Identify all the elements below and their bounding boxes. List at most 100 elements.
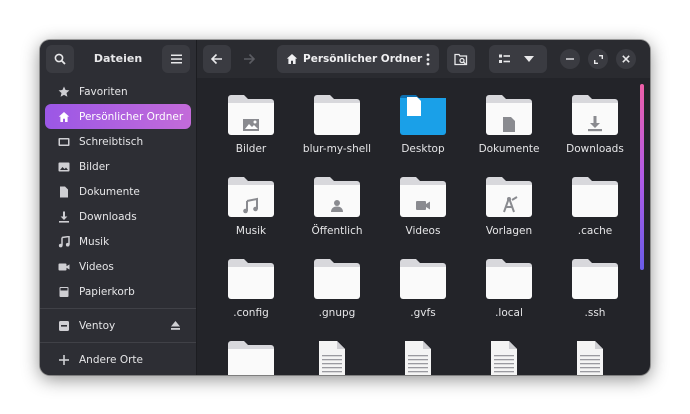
folder-icon <box>572 177 618 217</box>
image-folder-icon <box>228 95 274 135</box>
text-file-icon <box>572 341 618 375</box>
sidebar-item-label: Andere Orte <box>79 353 144 366</box>
pictures-icon <box>57 160 71 174</box>
sidebar-item-downloads[interactable]: Downloads <box>45 204 191 229</box>
trash-icon <box>57 285 71 299</box>
file-item[interactable] <box>552 341 638 375</box>
back-button[interactable] <box>203 45 231 73</box>
file-item[interactable] <box>380 341 466 375</box>
folder-icon <box>314 95 360 135</box>
file-item[interactable]: Musik <box>208 177 294 237</box>
document-icon <box>57 185 71 199</box>
minimize-icon <box>566 58 574 60</box>
close-icon <box>622 55 630 63</box>
sidebar-item-schreibtisch[interactable]: Schreibtisch <box>45 129 191 154</box>
sidebar-item-label: Musik <box>79 235 110 248</box>
file-item[interactable] <box>466 341 552 375</box>
sidebar-item-label: Ventoy <box>79 319 116 332</box>
eject-icon[interactable] <box>170 320 181 334</box>
places-list: Favoriten Persönlicher Ordner Schreibtis… <box>40 79 196 372</box>
close-button[interactable] <box>616 49 636 69</box>
download-folder-icon <box>572 95 618 135</box>
home-icon <box>286 53 298 65</box>
sidebar-item-ventoy[interactable]: Ventoy <box>45 313 191 338</box>
folder-search-icon <box>454 53 468 65</box>
main-menu-button[interactable] <box>162 45 190 73</box>
folder-icon <box>228 259 274 299</box>
minimize-button[interactable] <box>560 49 580 69</box>
file-item[interactable]: Bilder <box>208 95 294 155</box>
list-view-icon[interactable] <box>499 54 510 64</box>
file-item[interactable]: .config <box>208 259 294 319</box>
sidebar-item-bilder[interactable]: Bilder <box>45 154 191 179</box>
file-item[interactable] <box>208 341 294 375</box>
file-item[interactable] <box>294 341 380 375</box>
video-folder-icon <box>400 177 446 217</box>
forward-button[interactable] <box>235 45 263 73</box>
desktop-folder-icon <box>400 95 446 135</box>
doc-folder-icon <box>486 95 532 135</box>
sidebar-header: Dateien <box>40 40 196 78</box>
file-item[interactable]: Desktop <box>380 95 466 155</box>
sidebar-item-other-locations[interactable]: Andere Orte <box>45 347 191 372</box>
video-icon <box>57 260 71 274</box>
music-folder-icon <box>228 177 274 217</box>
sidebar-item-label: Papierkorb <box>79 285 135 298</box>
star-icon <box>57 85 71 99</box>
scrollbar[interactable] <box>640 84 644 270</box>
text-file-icon <box>400 341 446 375</box>
sidebar-item-label: Favoriten <box>79 85 128 98</box>
path-bar-button[interactable]: Persönlicher Ordner <box>277 45 439 73</box>
file-item[interactable]: Vorlagen <box>466 177 552 237</box>
file-name: .local <box>495 307 523 319</box>
folder-icon <box>486 259 532 299</box>
folder-icon <box>572 259 618 299</box>
sidebar-item-favoriten[interactable]: Favoriten <box>45 79 191 104</box>
hamburger-icon <box>170 54 182 64</box>
file-name: .cache <box>577 225 613 237</box>
file-name: Vorlagen <box>485 225 533 237</box>
file-name: Bilder <box>235 143 267 155</box>
file-item[interactable]: Videos <box>380 177 466 237</box>
sidebar-item-label: Downloads <box>79 210 137 223</box>
sidebar-item-dokumente[interactable]: Dokumente <box>45 179 191 204</box>
file-name: .ssh <box>584 307 606 319</box>
file-item[interactable]: .local <box>466 259 552 319</box>
file-item[interactable]: blur-my-shell <box>294 95 380 155</box>
sidebar-item-papierkorb[interactable]: Papierkorb <box>45 279 191 304</box>
file-name: Öffentlich <box>311 225 363 237</box>
file-item[interactable]: .cache <box>552 177 638 237</box>
sidebar-separator <box>40 342 196 343</box>
sidebar-item-label: Videos <box>79 260 114 273</box>
arrow-right-icon <box>244 53 255 65</box>
chevron-down-icon[interactable] <box>524 56 534 62</box>
desktop-icon <box>57 135 71 149</box>
file-item[interactable]: Downloads <box>552 95 638 155</box>
sidebar-item-label: Persönlicher Ordner <box>79 110 184 123</box>
file-name: Downloads <box>566 143 624 155</box>
drive-icon <box>57 319 71 333</box>
sidebar-item-home[interactable]: Persönlicher Ordner <box>45 104 191 129</box>
maximize-icon <box>593 54 603 64</box>
file-manager-window: Dateien Favoriten Persönlicher Ordner Sc… <box>40 40 650 375</box>
folder-icon <box>314 259 360 299</box>
file-name: .config <box>233 307 269 319</box>
sidebar-item-videos[interactable]: Videos <box>45 254 191 279</box>
more-vertical-icon[interactable] <box>426 53 430 69</box>
file-item[interactable]: Öffentlich <box>294 177 380 237</box>
folder-icon <box>228 341 274 375</box>
file-item[interactable]: .ssh <box>552 259 638 319</box>
header-bar: Persönlicher Ordner <box>197 40 650 78</box>
path-label: Persönlicher Ordner <box>303 53 423 65</box>
maximize-button[interactable] <box>588 49 608 69</box>
file-name: blur-my-shell <box>302 143 372 155</box>
file-item[interactable]: .gvfs <box>380 259 466 319</box>
search-folder-button[interactable] <box>447 45 475 73</box>
music-icon <box>57 235 71 249</box>
arrow-left-icon <box>211 53 222 65</box>
file-item[interactable]: .gnupg <box>294 259 380 319</box>
file-name: Videos <box>405 225 441 237</box>
sidebar-separator <box>40 308 196 309</box>
file-item[interactable]: Dokumente <box>466 95 552 155</box>
sidebar-item-musik[interactable]: Musik <box>45 229 191 254</box>
